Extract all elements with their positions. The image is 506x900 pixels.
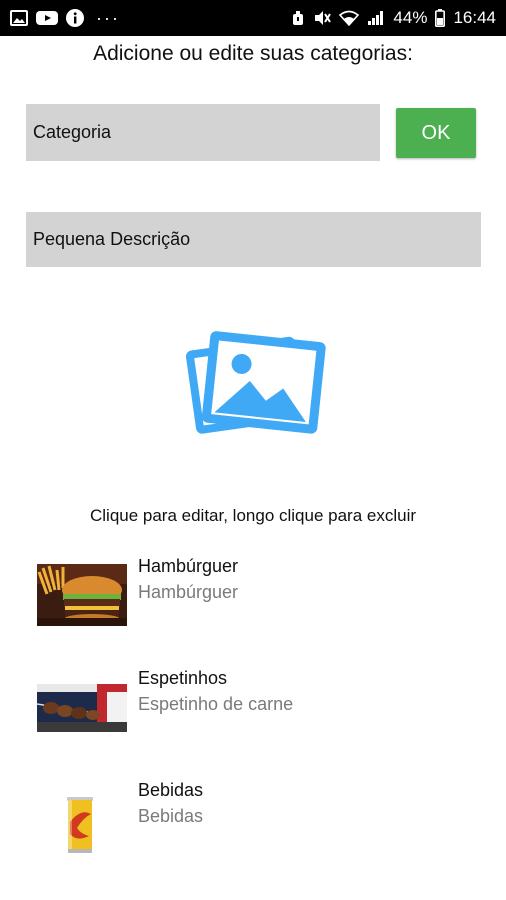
youtube-icon xyxy=(36,10,58,26)
status-bar-right: 44% 16:44 xyxy=(291,8,496,28)
signal-icon xyxy=(367,10,385,26)
item-name: Bebidas xyxy=(138,780,204,800)
item-thumbnail-drink-can xyxy=(37,794,127,856)
item-thumbnail-burger xyxy=(37,564,127,626)
item-description: Hambúrguer xyxy=(138,582,239,602)
wifi-icon xyxy=(339,10,360,26)
item-description: Espetinho de carne xyxy=(138,694,294,714)
info-icon xyxy=(66,9,84,27)
item-name: Espetinhos xyxy=(138,668,228,688)
battery-percent: 44% xyxy=(393,8,428,27)
status-bar: ··· 44% 16:44 xyxy=(0,0,506,36)
mute-icon xyxy=(313,10,332,26)
battery-icon xyxy=(435,9,446,27)
ok-button[interactable]: OK xyxy=(396,108,476,158)
more-dots-icon: ··· xyxy=(96,7,120,28)
description-placeholder: Pequena Descrição xyxy=(33,229,191,249)
image-picker[interactable] xyxy=(180,322,328,440)
item-thumbnail-skewers xyxy=(37,684,127,732)
category-input[interactable]: Categoria xyxy=(26,104,380,161)
list-hint: Clique para editar, longo clique para ex… xyxy=(89,506,417,525)
clock: 16:44 xyxy=(453,8,496,27)
photos-icon xyxy=(185,331,326,434)
item-name: Hambúrguer xyxy=(138,556,239,576)
page-title: Adicione ou edite suas categorias: xyxy=(93,42,413,65)
item-description: Bebidas xyxy=(138,806,204,826)
alarm-icon xyxy=(291,10,305,26)
image-icon xyxy=(10,10,28,26)
list-item[interactable]: Bebidas Bebidas xyxy=(0,772,506,872)
category-placeholder: Categoria xyxy=(33,122,112,142)
status-bar-left: ··· xyxy=(10,8,120,29)
description-input[interactable]: Pequena Descrição xyxy=(26,212,481,267)
list-item[interactable]: Espetinhos Espetinho de carne xyxy=(0,660,506,760)
list-item[interactable]: Hambúrguer Hambúrguer xyxy=(0,548,506,648)
